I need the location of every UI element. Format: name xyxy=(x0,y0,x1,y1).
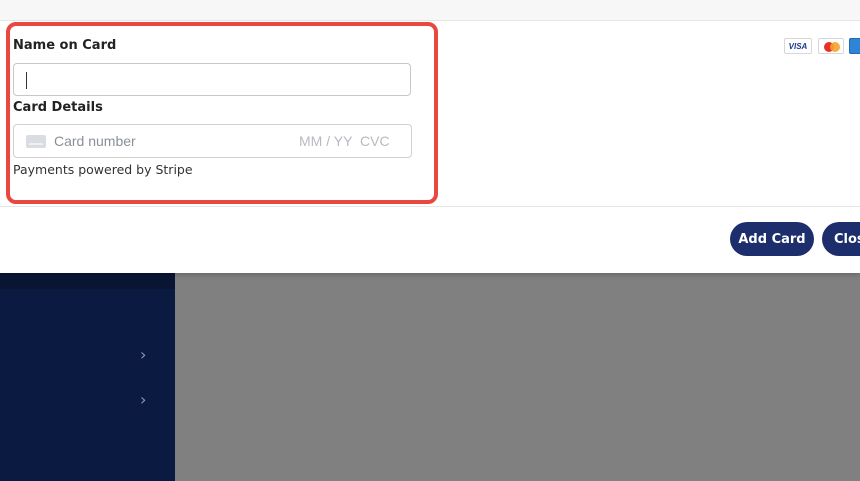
add-card-modal: Name on Card Card Details Card number MM… xyxy=(0,0,860,273)
credit-card-icon xyxy=(26,135,46,148)
card-number-input[interactable]: Card number xyxy=(54,133,136,149)
card-details-field[interactable]: Card number MM / YY CVC xyxy=(13,124,412,158)
text-caret xyxy=(26,72,27,89)
expiry-input[interactable]: MM / YY xyxy=(299,133,352,149)
close-button[interactable]: Close xyxy=(822,222,860,256)
app-main-overlay xyxy=(175,272,860,481)
powered-by-stripe: Payments powered by Stripe xyxy=(13,162,193,177)
add-card-button[interactable]: Add Card xyxy=(730,222,814,256)
modal-header xyxy=(0,0,860,21)
amex-logo-icon xyxy=(849,38,860,54)
name-on-card-label: Name on Card xyxy=(13,38,117,53)
name-on-card-input[interactable] xyxy=(13,63,411,96)
mastercard-logo-icon xyxy=(818,38,844,54)
cvc-input[interactable]: CVC xyxy=(360,133,390,149)
chevron-right-icon[interactable]: › xyxy=(140,347,152,363)
card-details-label: Card Details xyxy=(13,100,103,115)
sidebar-header-strip xyxy=(0,272,175,289)
visa-logo-icon: VISA xyxy=(784,38,812,54)
app-sidebar: › › xyxy=(0,272,175,481)
chevron-right-icon[interactable]: › xyxy=(140,392,152,408)
